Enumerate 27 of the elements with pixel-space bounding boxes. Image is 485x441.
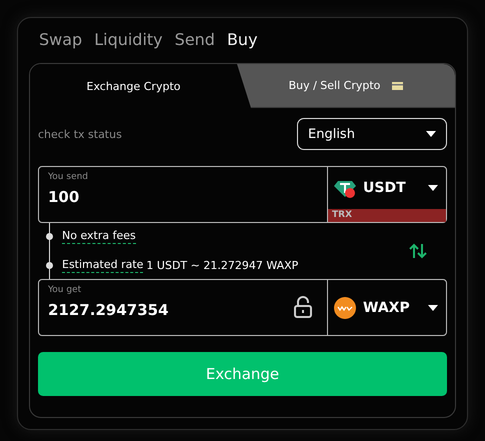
info-link[interactable]: Estimated rate bbox=[62, 258, 144, 273]
amount-value: 2127.2947354 bbox=[48, 301, 169, 319]
field-label: You get bbox=[48, 285, 82, 295]
token-select[interactable]: USDT bbox=[328, 167, 446, 209]
status-link[interactable]: check tx status bbox=[38, 128, 122, 140]
tab[interactable]: Buy / Sell Crypto bbox=[237, 64, 455, 108]
nav-tab[interactable]: Buy bbox=[226, 30, 258, 63]
amount-value: 100 bbox=[48, 188, 80, 206]
token-symbol: USDT bbox=[363, 180, 407, 196]
rate-text: 1 USDT ~ 21.272947 WAXP bbox=[146, 259, 298, 272]
language-select[interactable]: English bbox=[297, 118, 447, 150]
card-icon bbox=[392, 82, 404, 90]
network-label: TRX bbox=[328, 209, 446, 222]
lock-icon[interactable] bbox=[293, 296, 313, 318]
info-link[interactable]: No extra fees bbox=[62, 229, 136, 244]
token-select[interactable]: WAXP bbox=[328, 280, 446, 335]
field-label: You send bbox=[48, 172, 90, 182]
nav-tab[interactable]: Swap bbox=[39, 30, 82, 63]
caret-icon bbox=[428, 304, 438, 310]
token-symbol: WAXP bbox=[363, 300, 411, 316]
receive-field[interactable]: You get 2127.2947354 WAXP bbox=[38, 279, 447, 336]
nav-tab[interactable]: Send bbox=[174, 30, 215, 63]
coin-icon bbox=[334, 296, 356, 318]
send-field[interactable]: You send 100 USDT TRX bbox=[38, 166, 447, 223]
caret-icon bbox=[428, 185, 438, 191]
nav-tab[interactable]: Liquidity bbox=[94, 30, 163, 63]
caret-icon bbox=[426, 131, 436, 137]
